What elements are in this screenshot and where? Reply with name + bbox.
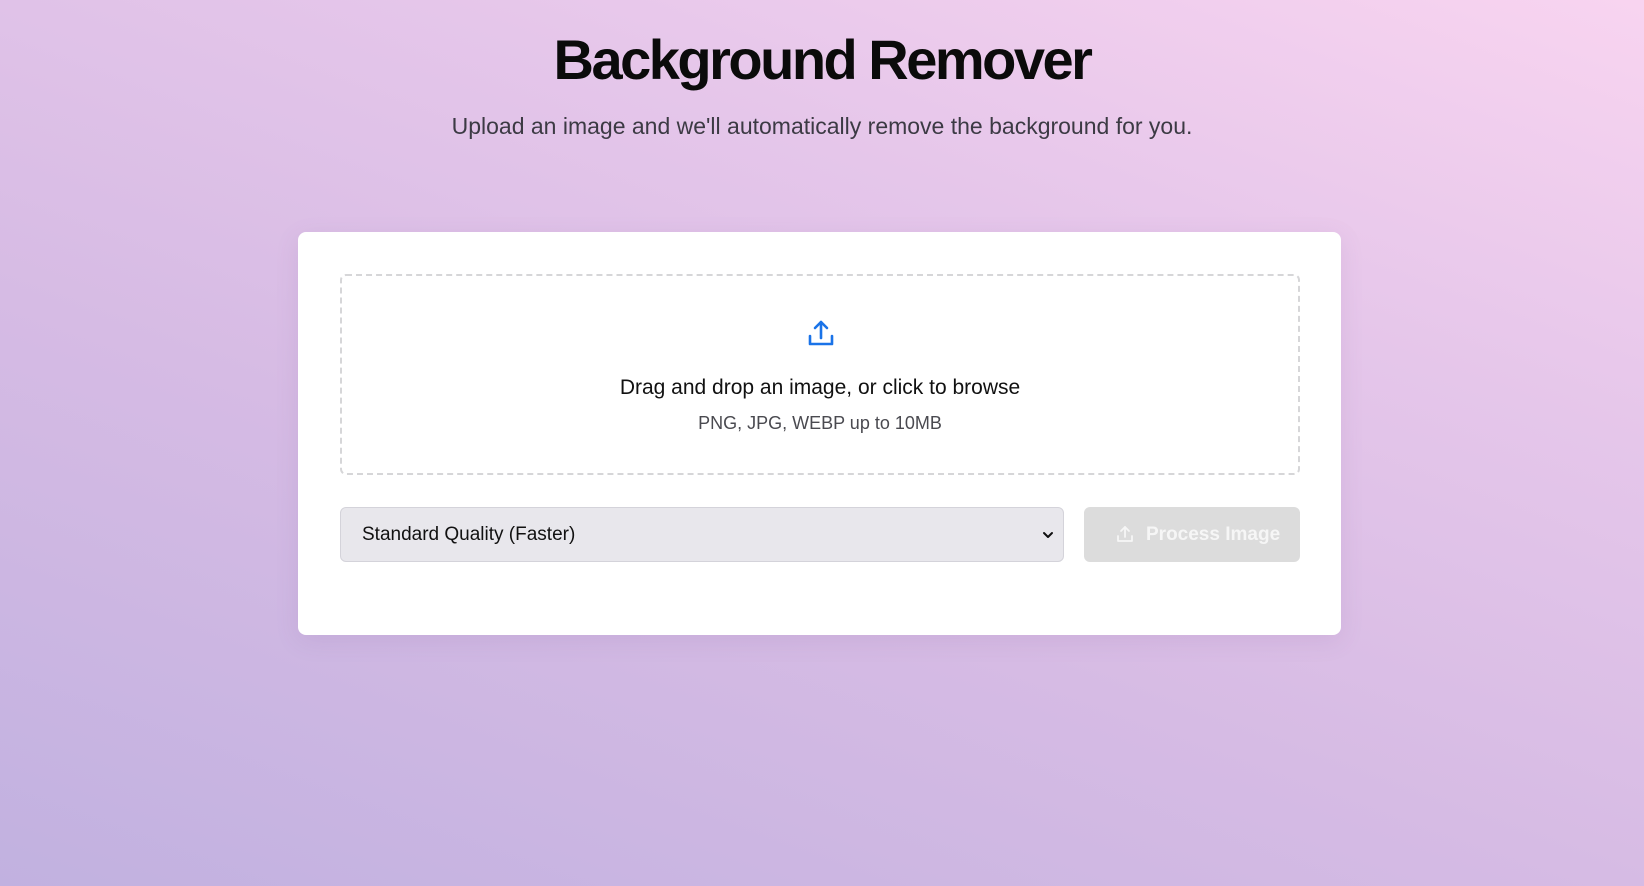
page-header: Background Remover Upload an image and w… [0, 28, 1644, 141]
dropzone-file-hint: PNG, JPG, WEBP up to 10MB [698, 413, 942, 433]
upload-card: Drag and drop an image, or click to brow… [298, 232, 1341, 635]
page-subtitle: Upload an image and we'll automatically … [451, 113, 1193, 139]
page-title: Background Remover [553, 28, 1093, 91]
process-image-button[interactable]: Process Image [1084, 507, 1300, 562]
upload-icon [1117, 526, 1133, 542]
image-dropzone[interactable]: Drag and drop an image, or click to brow… [340, 274, 1300, 475]
chevron-down-icon [1043, 532, 1053, 538]
quality-select[interactable]: Standard Quality (Faster) [340, 507, 1064, 562]
dropzone-instructions: Drag and drop an image, or click to brow… [619, 376, 1021, 399]
upload-icon [808, 320, 834, 346]
process-image-label: Process Image [1146, 524, 1281, 545]
quality-select-value: Standard Quality (Faster) [362, 524, 576, 545]
